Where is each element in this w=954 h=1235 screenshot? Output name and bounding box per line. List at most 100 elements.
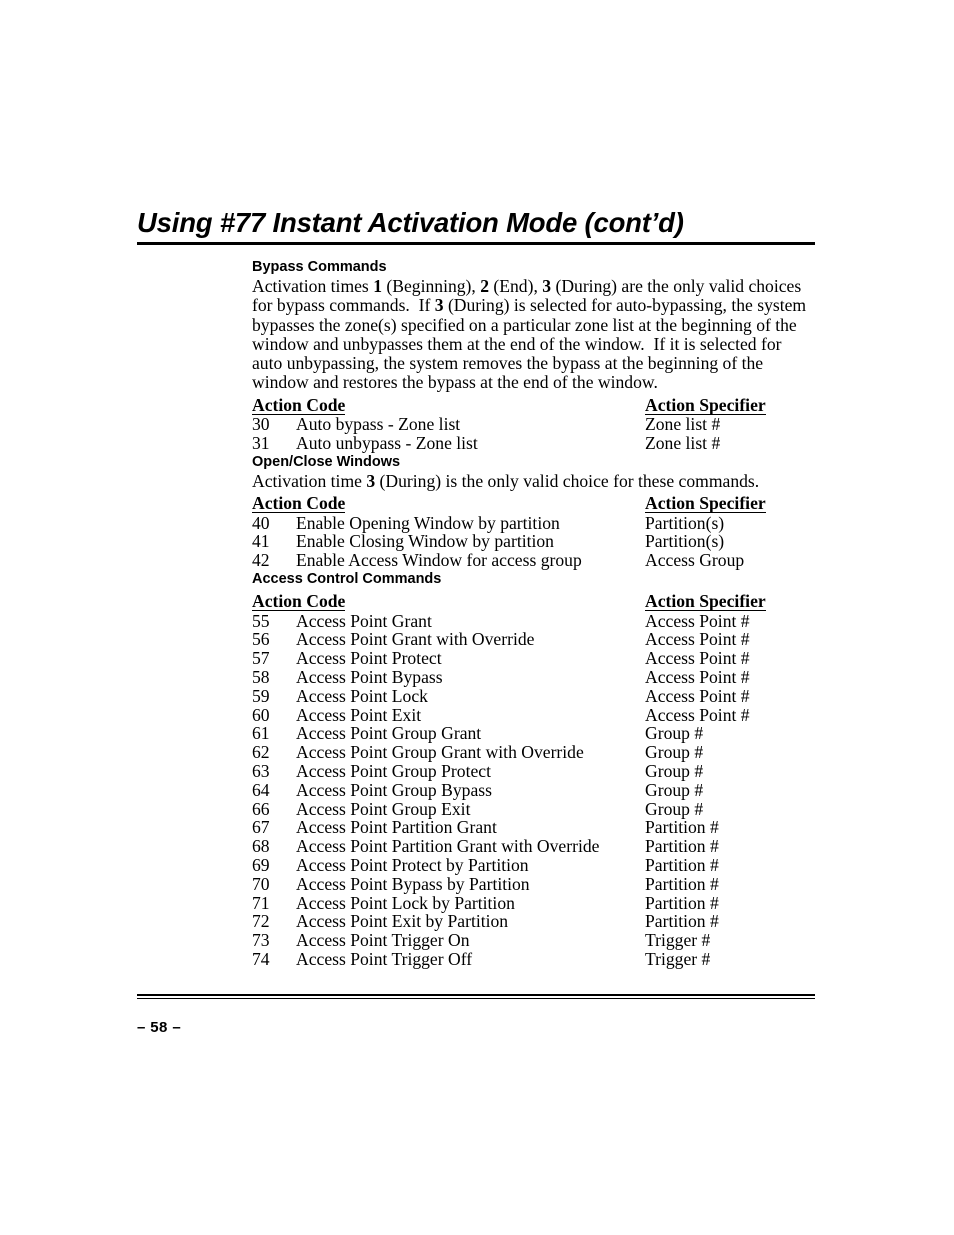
table-row: 41 Enable Closing Window by partition Part… xyxy=(252,532,815,551)
action-specifier-cell: Group # xyxy=(645,723,704,744)
action-description-cell: Access Point Exit xyxy=(296,704,422,725)
table-row: 63 Access Point Group Protect Group # xyxy=(252,762,815,781)
table-row: 30 Auto bypass - Zone list Zone list # xyxy=(252,415,815,434)
action-code-cell: 64 xyxy=(252,779,270,800)
action-code-cell: 63 xyxy=(252,760,270,781)
table-row: 62 Access Point Group Grant with Override… xyxy=(252,743,815,762)
action-code-cell: 73 xyxy=(252,930,270,951)
action-specifier-cell: Group # xyxy=(645,742,704,763)
title-block: Using #77 Instant Activation Mode (cont’… xyxy=(137,207,815,245)
table-row: 72 Access Point Exit by Partition Partitio… xyxy=(252,912,815,931)
table-row: 71 Access Point Lock by Partition Partitio… xyxy=(252,892,815,913)
page-number: – 58 – xyxy=(137,1019,182,1036)
action-description-cell: Access Point Lock by Partition xyxy=(296,892,515,913)
action-description-cell: Access Point Trigger On xyxy=(296,930,470,951)
action-description-cell: Access Point Exit by Partition xyxy=(296,911,509,932)
table-row: 68 Access Point Partition Grant with Over… xyxy=(252,837,815,856)
action-description-cell: Access Point Trigger Off xyxy=(296,948,473,969)
column-header-action-code-label: Action Code xyxy=(252,591,346,612)
action-specifier-cell: Partition(s) xyxy=(645,512,725,533)
action-specifier-cell: Zone list # xyxy=(645,414,721,435)
table-row: 56 Access Point Grant with Override Access… xyxy=(252,630,815,649)
action-description-cell: Access Point Partition Grant xyxy=(296,817,497,838)
action-specifier-cell: Access Point # xyxy=(645,685,750,706)
action-description-cell: Access Point Group Exit xyxy=(296,798,471,819)
action-description-cell: Access Point Group Bypass xyxy=(296,779,492,800)
action-description-cell: Enable Closing Window by partition xyxy=(296,531,554,552)
action-code-cell: 56 xyxy=(252,629,270,650)
action-code-cell: 61 xyxy=(252,723,270,744)
command-table: Action Code Action Specifier 40 Enable Open… xyxy=(252,494,815,570)
table-row: 59 Access Point Lock Access Point # xyxy=(252,685,815,706)
action-specifier-cell: Partition(s) xyxy=(645,531,725,552)
action-description-cell: Enable Access Window for access group xyxy=(296,550,582,571)
column-header-action-code-label: Action Code xyxy=(252,394,346,415)
action-description-cell: Access Point Grant with Override xyxy=(296,629,535,650)
table-header-row: Action Code Action Specifier xyxy=(252,592,815,612)
action-specifier-cell: Partition # xyxy=(645,836,719,857)
table-row: 67 Access Point Partition Grant Partition … xyxy=(252,818,815,837)
table-row: 58 Access Point Bypass Access Point # xyxy=(252,668,815,687)
action-code-cell: 42 xyxy=(252,550,270,571)
action-specifier-cell: Group # xyxy=(645,760,704,781)
column-header-action-specifier: Action Specifier xyxy=(645,396,815,416)
action-code-cell: 40 xyxy=(252,512,270,533)
column-header-action-specifier-label: Action Specifier xyxy=(645,493,766,514)
table-row: 69 Access Point Protect by Partition Parti… xyxy=(252,856,815,875)
action-description-cell: Auto bypass - Zone list xyxy=(296,414,461,435)
table-row: 74 Access Point Trigger Off Trigger # xyxy=(252,950,815,969)
action-code-cell: 30 xyxy=(252,414,270,435)
action-code-cell: 72 xyxy=(252,911,270,932)
section-heading: Bypass Commands xyxy=(252,259,387,275)
action-specifier-cell: Access Point # xyxy=(645,610,750,631)
table-row: 42 Enable Access Window for access group A… xyxy=(252,551,815,570)
action-code-cell: 66 xyxy=(252,798,270,819)
action-description-cell: Access Point Lock xyxy=(296,685,428,706)
action-description-cell: Auto unbypass - Zone list xyxy=(296,433,478,454)
table-row: 61 Access Point Group Grant Group # xyxy=(252,724,815,743)
document-content: Bypass Commands Activation times 1 (Begin… xyxy=(252,258,815,969)
action-specifier-cell: Partition # xyxy=(645,854,719,875)
table-header-row: Action Code Action Specifier xyxy=(252,396,815,416)
footer-divider-thin xyxy=(137,997,815,999)
action-code-cell: 62 xyxy=(252,742,270,763)
table-header-row: Action Code Action Specifier xyxy=(252,494,815,514)
action-code-cell: 69 xyxy=(252,854,270,875)
table-row: 73 Access Point Trigger On Trigger # xyxy=(252,931,815,950)
section-heading: Open/Close Windows xyxy=(252,453,401,470)
action-code-cell: 41 xyxy=(252,531,270,552)
action-specifier-cell: Partition # xyxy=(645,817,719,838)
action-code-cell: 60 xyxy=(252,704,270,725)
action-specifier-cell: Access Point # xyxy=(645,666,750,687)
footer-divider xyxy=(137,994,815,999)
action-specifier-cell: Group # xyxy=(645,798,704,819)
table-row: 40 Enable Opening Window by partition Part… xyxy=(252,512,815,533)
action-specifier-cell: Partition # xyxy=(645,911,719,932)
table-row: 31 Auto unbypass - Zone list Zone list # xyxy=(252,434,815,453)
column-header-action-code: Action Code xyxy=(252,592,645,612)
column-header-action-specifier-label: Action Specifier xyxy=(645,591,766,612)
action-specifier-cell: Trigger # xyxy=(645,930,711,951)
title-divider xyxy=(137,242,815,245)
column-header-action-code: Action Code xyxy=(252,494,645,514)
action-specifier-cell: Partition # xyxy=(645,873,719,894)
action-description-cell: Access Point Bypass by Partition xyxy=(296,873,530,894)
action-code-cell: 70 xyxy=(252,873,270,894)
page-title: Using #77 Instant Activation Mode (cont’… xyxy=(137,207,684,238)
column-header-action-specifier: Action Specifier xyxy=(645,592,815,612)
action-code-cell: 67 xyxy=(252,817,270,838)
column-header-action-specifier-label: Action Specifier xyxy=(645,394,766,415)
command-table: Action Code Action Specifier 55 Access Poin… xyxy=(252,592,815,969)
action-description-cell: Access Point Protect by Partition xyxy=(296,854,529,875)
action-specifier-cell: Partition # xyxy=(645,892,719,913)
action-code-cell: 55 xyxy=(252,610,270,631)
command-table: Action Code Action Specifier 30 Auto bypass… xyxy=(252,396,815,453)
action-description-cell: Enable Opening Window by partition xyxy=(296,512,560,533)
action-description-cell: Access Point Protect xyxy=(296,648,442,669)
action-code-cell: 57 xyxy=(252,648,270,669)
action-description-cell: Access Point Group Protect xyxy=(296,760,491,781)
action-description-cell: Access Point Bypass xyxy=(296,666,443,687)
document-page: Using #77 Instant Activation Mode (cont’… xyxy=(0,0,954,1235)
footer-divider-thick xyxy=(137,994,815,996)
action-code-cell: 59 xyxy=(252,685,270,706)
